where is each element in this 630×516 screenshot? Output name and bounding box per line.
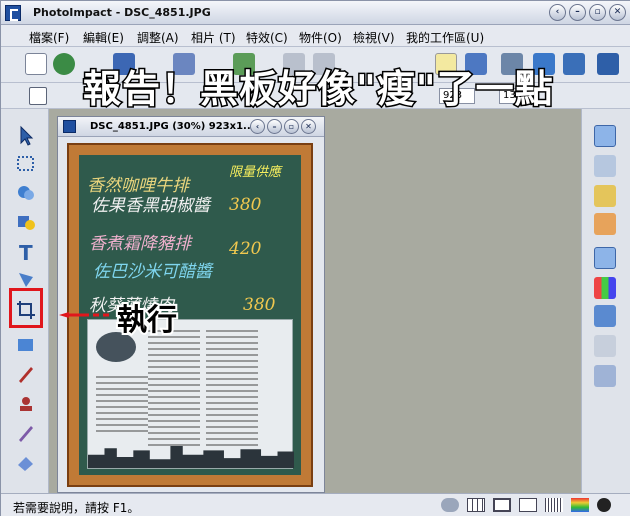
grid-icon[interactable]	[467, 498, 485, 512]
annotation-arrow	[59, 312, 109, 318]
easy-palette-icon[interactable]	[594, 125, 616, 147]
library-icon[interactable]	[594, 213, 616, 235]
window-title: PhotoImpact - DSC_4851.JPG	[33, 6, 211, 19]
preview-eye-icon[interactable]	[597, 498, 611, 512]
new-file-icon[interactable]	[25, 53, 47, 75]
link-icon[interactable]	[441, 498, 459, 512]
magic-wand-icon[interactable]	[15, 182, 37, 204]
menu-corner-note: 限量供應	[229, 165, 282, 180]
menu-line-2: 佐果香黑胡椒醬	[91, 196, 210, 216]
canvas-icon[interactable]	[519, 498, 537, 512]
menu-workspace[interactable]: 我的工作區(U)	[406, 29, 484, 46]
menu-effect[interactable]: 特效(C)	[246, 29, 288, 46]
frame-icon[interactable]	[493, 498, 511, 512]
annotation-label: 執行	[115, 301, 179, 340]
minimize-button[interactable]: –	[569, 4, 586, 21]
fill-tool-icon[interactable]	[15, 333, 37, 355]
layer-manager-icon[interactable]	[594, 155, 616, 177]
maximize-button[interactable]: ▫	[589, 4, 606, 21]
menu-line-4: 佐巴沙米可醋醬	[93, 262, 212, 282]
ruler-icon[interactable]	[545, 498, 563, 512]
histogram-icon[interactable]	[594, 365, 616, 387]
selection-tool-icon[interactable]	[15, 153, 37, 175]
menu-poster	[87, 319, 294, 469]
menu-file[interactable]: 檔案(F)	[29, 29, 69, 46]
photoimpact-app-icon[interactable]	[5, 5, 21, 21]
menu-price-2: 420	[229, 239, 262, 259]
menu-bar: 檔案(F) 編輯(E) 調整(A) 相片 (T) 特效(C) 物件(O) 檢視(…	[1, 25, 630, 47]
close-button[interactable]: ✕	[609, 4, 626, 21]
svg-text:T: T	[19, 241, 33, 263]
doc-close-button[interactable]: ✕	[301, 119, 316, 134]
menu-object[interactable]: 物件(O)	[299, 29, 342, 46]
poster-column-2	[206, 330, 258, 450]
doc-minimize-button[interactable]: –	[267, 119, 282, 134]
gallery-icon[interactable]	[594, 185, 616, 207]
doc-maximize-button[interactable]: ▫	[284, 119, 299, 134]
menu-photo[interactable]: 相片 (T)	[191, 29, 236, 46]
document-title: DSC_4851.JPG (30%) 923x1...	[90, 121, 255, 132]
panel-manager	[581, 109, 630, 493]
crop-tool-highlight	[9, 288, 43, 328]
crop-mode-icon[interactable]	[29, 87, 47, 105]
color-palette-icon[interactable]	[594, 277, 616, 299]
menu-line-3: 香煮霜降豬排	[89, 234, 191, 254]
color-mode-icon[interactable]	[571, 498, 589, 512]
document-icon	[63, 120, 76, 133]
pick-tool-icon[interactable]	[15, 125, 37, 147]
status-bar: 若需要說明，請按 F1。	[1, 493, 630, 516]
menu-edit[interactable]: 編輯(E)	[83, 29, 124, 46]
open-globe-icon[interactable]	[53, 53, 75, 75]
document-panel-icon[interactable]	[594, 335, 616, 357]
poster-column-left	[96, 376, 148, 436]
play-icon[interactable]	[594, 305, 616, 327]
help-icon[interactable]	[597, 53, 619, 75]
app-window: PhotoImpact - DSC_4851.JPG ‹ – ▫ ✕ 檔案(F)…	[0, 0, 630, 516]
document-window: DSC_4851.JPG (30%) 923x1... ‹ – ▫ ✕ 香然咖哩…	[57, 116, 325, 493]
blackboard: 香然咖哩牛排 佐果香黑胡椒醬 380 限量供應 香煮霜降豬排 420 佐巴沙米可…	[79, 155, 301, 475]
title-bar: PhotoImpact - DSC_4851.JPG ‹ – ▫ ✕	[1, 1, 630, 25]
menu-price-1: 380	[229, 195, 262, 215]
paint-brush-icon[interactable]	[15, 363, 37, 385]
restore-arrow-button[interactable]: ‹	[549, 4, 566, 21]
stamp-tool-icon[interactable]	[15, 393, 37, 415]
menu-price-3: 380	[243, 295, 276, 315]
navigator-icon[interactable]	[594, 247, 616, 269]
retouch-tool-icon[interactable]	[15, 422, 37, 444]
web-icon[interactable]	[563, 53, 585, 75]
shape-tool-icon[interactable]	[15, 211, 37, 233]
poster-column-1	[148, 330, 200, 450]
eraser-tool-icon[interactable]	[15, 451, 37, 473]
document-title-bar: DSC_4851.JPG (30%) 923x1... ‹ – ▫ ✕	[58, 117, 324, 137]
doc-restore-arrow-button[interactable]: ‹	[250, 119, 265, 134]
menu-adjust[interactable]: 調整(A)	[137, 29, 179, 46]
menu-view[interactable]: 檢視(V)	[353, 29, 395, 46]
text-tool-icon[interactable]: T	[15, 241, 37, 263]
overlay-caption: 報告！黑板好像"瘦"了一點	[82, 66, 555, 113]
status-help-text: 若需要說明，請按 F1。	[13, 501, 140, 515]
